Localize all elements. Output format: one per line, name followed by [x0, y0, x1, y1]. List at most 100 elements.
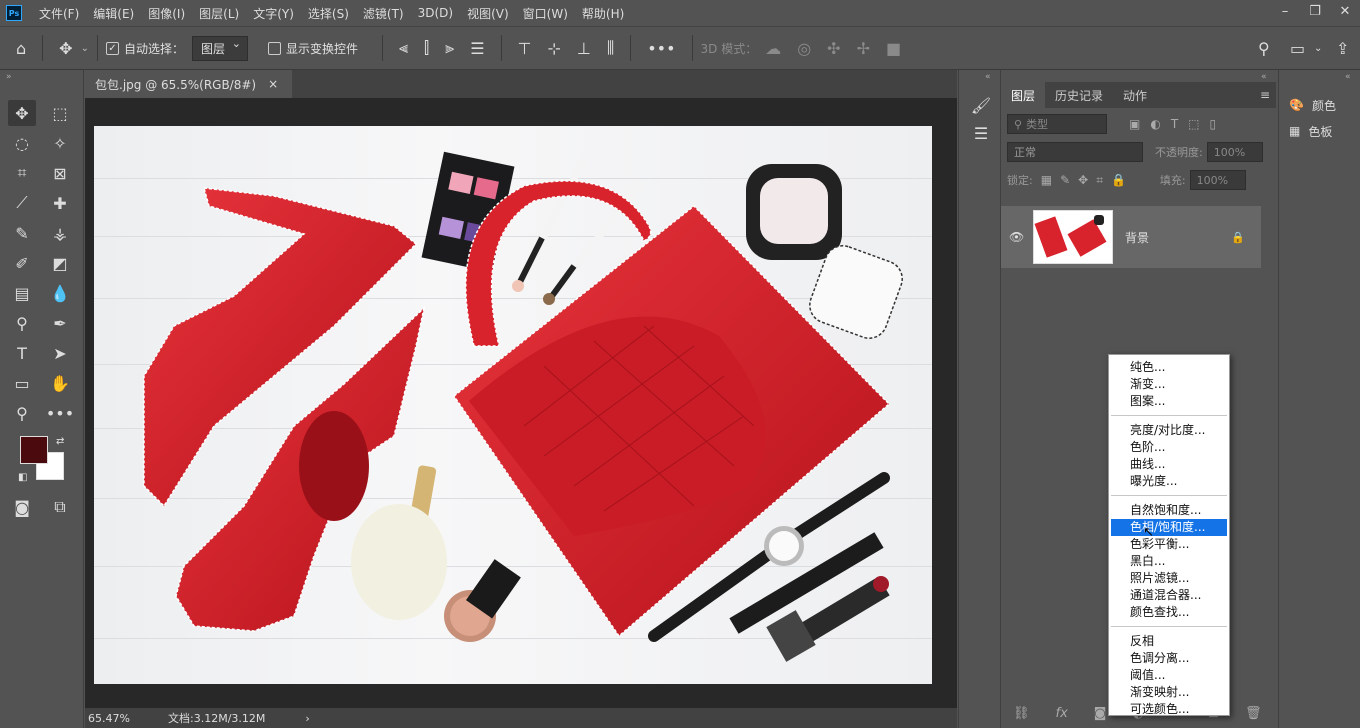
collapse-icon[interactable]: » — [6, 72, 12, 82]
collapse-icon[interactable]: « — [1261, 72, 1267, 82]
align-top-icon[interactable]: ⊤ — [518, 39, 532, 58]
lock-all-icon[interactable]: 🔒 — [1111, 173, 1126, 187]
rectangle-tool-icon[interactable]: ▭ — [8, 370, 36, 396]
default-colors-icon[interactable]: ◧ — [18, 472, 27, 483]
lasso-tool-icon[interactable]: ◌ — [8, 130, 36, 156]
chevron-down-icon[interactable]: ⌄ — [81, 43, 89, 54]
document-image[interactable] — [94, 126, 932, 684]
menu-item-channel-mixer[interactable]: 通道混合器... — [1109, 587, 1229, 604]
healing-brush-tool-icon[interactable]: ✚ — [46, 190, 74, 216]
filter-adjustment-icon[interactable]: ◐ — [1150, 117, 1160, 131]
foreground-color-swatch[interactable] — [20, 436, 48, 464]
show-transform-checkbox[interactable] — [267, 41, 281, 55]
menu-type[interactable]: 文字(Y) — [246, 5, 301, 22]
zoom-tool-icon[interactable]: ⚲ — [8, 400, 36, 426]
menu-item-vibrance[interactable]: 自然饱和度... — [1109, 502, 1229, 519]
hand-tool-icon[interactable]: ✋ — [46, 370, 74, 396]
3d-orbit-icon[interactable]: ☁ — [765, 39, 781, 58]
menu-view[interactable]: 视图(V) — [460, 5, 516, 22]
menu-item-solid-color[interactable]: 纯色... — [1109, 359, 1229, 376]
align-bottom-icon[interactable]: ⊥ — [577, 39, 591, 58]
tab-history[interactable]: 历史记录 — [1045, 82, 1113, 108]
add-mask-icon[interactable]: ◙ — [1094, 706, 1107, 721]
crop-tool-icon[interactable]: ⌗ — [8, 160, 36, 186]
menu-item-exposure[interactable]: 曝光度... — [1109, 473, 1229, 490]
marquee-tool-icon[interactable]: ⬚ — [46, 100, 74, 126]
chevron-down-icon[interactable]: ⌄ — [1314, 43, 1322, 54]
fill-field[interactable]: 100% — [1189, 170, 1246, 190]
workspace-icon[interactable]: ▭ — [1290, 39, 1305, 58]
menu-item-pattern[interactable]: 图案... — [1109, 393, 1229, 410]
menu-window[interactable]: 窗口(W) — [516, 5, 575, 22]
move-tool-preset-icon[interactable]: ✥ — [59, 39, 72, 58]
share-icon[interactable]: ⇪ — [1336, 39, 1349, 58]
distribute-vertical-icon[interactable]: ⫼ — [607, 38, 614, 58]
menu-filter[interactable]: 滤镜(T) — [356, 5, 411, 22]
lock-position-icon[interactable]: ✥ — [1078, 173, 1088, 187]
collapse-icon[interactable]: « — [1345, 72, 1351, 82]
document-tab[interactable]: 包包.jpg @ 65.5%(RGB/8#) × — [85, 70, 293, 98]
pen-tool-icon[interactable]: ✒ — [46, 310, 74, 336]
layer-style-icon[interactable]: fx — [1056, 706, 1068, 721]
menu-file[interactable]: 文件(F) — [32, 5, 86, 22]
delete-layer-icon[interactable]: 🗑 — [1245, 706, 1262, 721]
close-window-button[interactable]: ✕ — [1330, 0, 1360, 22]
menu-item-threshold[interactable]: 阈值... — [1109, 667, 1229, 684]
menu-item-color-lookup[interactable]: 颜色查找... — [1109, 604, 1229, 621]
history-brush-tool-icon[interactable]: ✐ — [8, 250, 36, 276]
blend-mode-dropdown[interactable]: 正常 — [1007, 142, 1143, 162]
link-layers-icon[interactable]: ⛓ — [1013, 706, 1030, 721]
auto-select-target-dropdown[interactable]: 图层 — [191, 35, 248, 61]
auto-select-checkbox[interactable]: ✓ — [105, 41, 119, 55]
eraser-tool-icon[interactable]: ◩ — [46, 250, 74, 276]
menu-item-photo-filter[interactable]: 照片滤镜... — [1109, 570, 1229, 587]
gradient-tool-icon[interactable]: ▤ — [8, 280, 36, 306]
collapse-icon[interactable]: « — [985, 72, 991, 82]
3d-pan-icon[interactable]: ✣ — [827, 39, 840, 58]
lock-pixels-icon[interactable]: ✎ — [1060, 173, 1070, 187]
menu-item-color-balance[interactable]: 色彩平衡... — [1109, 536, 1229, 553]
brush-tool-icon[interactable]: ✎ — [8, 220, 36, 246]
dodge-tool-icon[interactable]: ⚲ — [8, 310, 36, 336]
swatches-panel-button[interactable]: ▦ 色板 — [1279, 118, 1360, 144]
clone-stamp-tool-icon[interactable]: ⚶ — [46, 220, 74, 246]
tab-actions[interactable]: 动作 — [1113, 82, 1157, 108]
menu-image[interactable]: 图像(I) — [141, 5, 192, 22]
filter-smart-object-icon[interactable]: ▯ — [1210, 117, 1217, 131]
path-selection-tool-icon[interactable]: ➤ — [46, 340, 74, 366]
menu-item-hue-saturation[interactable]: 色相/饱和度... — [1111, 519, 1227, 536]
zoom-level[interactable]: 65.47% — [88, 712, 168, 725]
brush-settings-icon[interactable]: 🖌 — [967, 92, 995, 118]
align-hcenter-icon[interactable]: ⫿ — [424, 38, 429, 58]
frame-tool-icon[interactable]: ⊠ — [46, 160, 74, 186]
adjustments-properties-icon[interactable]: ☰ — [967, 120, 995, 146]
layer-name[interactable]: 背景 — [1125, 229, 1149, 246]
magic-wand-tool-icon[interactable]: ✧ — [46, 130, 74, 156]
canvas-area[interactable] — [85, 98, 957, 708]
more-options-icon[interactable]: ••• — [647, 39, 675, 58]
3d-roll-icon[interactable]: ◎ — [797, 39, 811, 58]
menu-item-posterize[interactable]: 色调分离... — [1109, 650, 1229, 667]
search-icon[interactable]: ⚲ — [1258, 39, 1270, 58]
distribute-horizontal-icon[interactable]: ☰ — [470, 39, 484, 58]
filter-shape-icon[interactable]: ⬚ — [1188, 117, 1199, 131]
blur-tool-icon[interactable]: 💧 — [46, 280, 74, 306]
panel-menu-icon[interactable]: ≡ — [1260, 88, 1270, 102]
close-tab-icon[interactable]: × — [268, 77, 278, 91]
filter-type-icon[interactable]: T — [1171, 117, 1178, 131]
restore-button[interactable]: ❐ — [1300, 0, 1330, 22]
type-tool-icon[interactable]: T — [8, 340, 36, 366]
menu-3d[interactable]: 3D(D) — [411, 6, 460, 20]
more-tools-icon[interactable]: ••• — [46, 400, 74, 426]
tab-layers[interactable]: 图层 — [1001, 82, 1046, 108]
home-icon[interactable]: ⌂ — [16, 39, 26, 58]
swap-colors-icon[interactable]: ⇄ — [56, 436, 64, 447]
3d-camera-icon[interactable]: ■ — [886, 39, 901, 58]
lock-artboard-icon[interactable]: ⌗ — [1096, 173, 1103, 188]
opacity-field[interactable]: 100% — [1206, 142, 1263, 162]
quick-mask-icon[interactable]: ◙ — [8, 494, 36, 520]
align-vcenter-icon[interactable]: ⊹ — [547, 39, 560, 58]
align-left-icon[interactable]: ⫷ — [399, 38, 408, 58]
layer-row[interactable]: 👁 背景 🔒 — [1001, 206, 1261, 268]
menu-item-brightness-contrast[interactable]: 亮度/对比度... — [1109, 422, 1229, 439]
